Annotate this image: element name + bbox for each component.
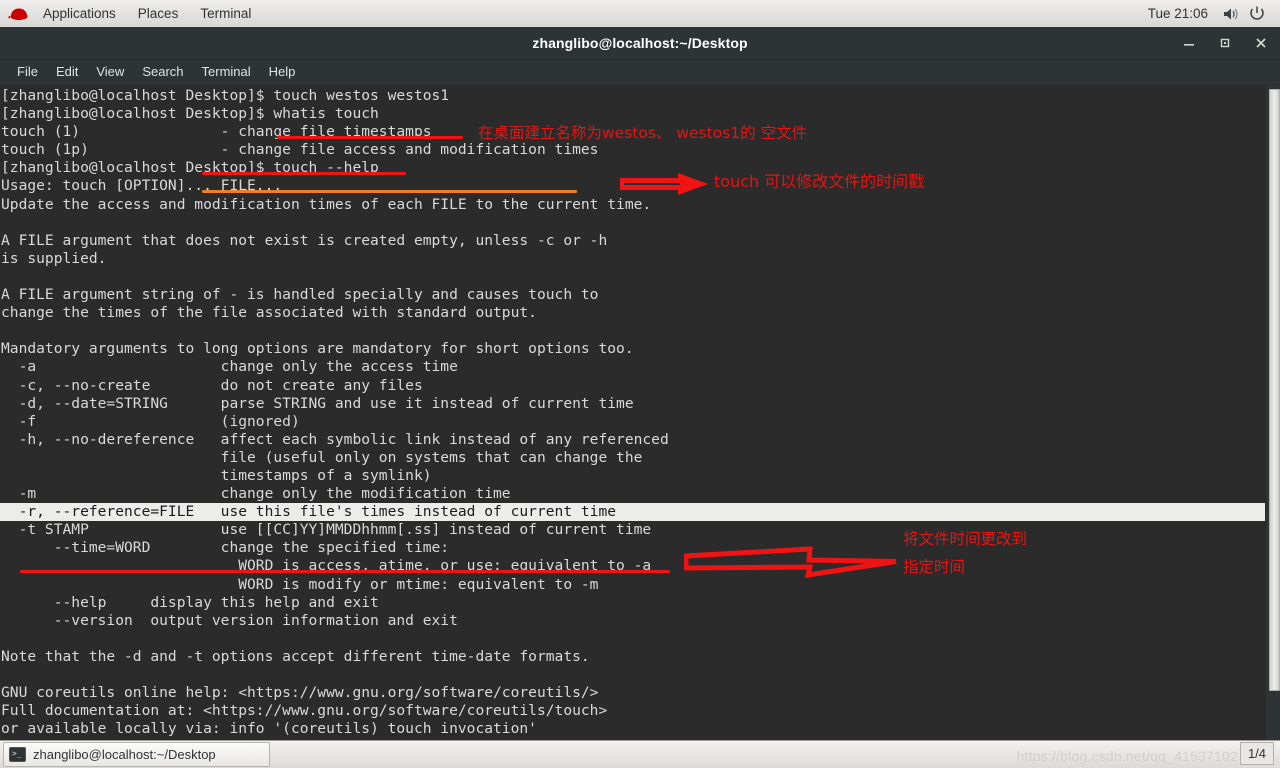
annotation-touch-modifies: touch 可以修改文件的时间戳 bbox=[714, 172, 925, 191]
terminal-line: or available locally via: info '(coreuti… bbox=[1, 720, 537, 738]
annotation-create-files: 在桌面建立名称为westos、 westos1的 空文件 bbox=[478, 124, 808, 142]
taskbar: >_ zhanglibo@localhost:~/Desktop https:/… bbox=[0, 740, 1280, 768]
underline-change-access-modification bbox=[202, 190, 577, 193]
underline-t-stamp bbox=[20, 570, 670, 573]
window-title: zhanglibo@localhost:~/Desktop bbox=[532, 35, 748, 51]
clock[interactable]: Tue 21:06 bbox=[1138, 0, 1218, 27]
terminal-line: file (useful only on systems that can ch… bbox=[1, 448, 643, 466]
terminal-scrollbar[interactable] bbox=[1265, 85, 1280, 741]
terminal-line: -r, --reference=FILE use this file's tim… bbox=[0, 503, 1266, 522]
maximize-button[interactable] bbox=[1214, 32, 1236, 54]
terminal-line: -h, --no-dereference affect each symboli… bbox=[1, 430, 669, 448]
terminal-line: [zhanglibo@localhost Desktop]$ whatis to… bbox=[1, 105, 379, 123]
arrow-specified-time bbox=[683, 546, 900, 579]
terminal-line: -d, --date=STRING parse STRING and use i… bbox=[1, 394, 634, 412]
taskbar-window-label: zhanglibo@localhost:~/Desktop bbox=[33, 747, 216, 762]
menu-file[interactable]: File bbox=[8, 60, 47, 84]
scrollbar-thumb[interactable] bbox=[1269, 89, 1280, 691]
terminal-menubar: File Edit View Search Terminal Help bbox=[0, 60, 1280, 85]
volume-icon[interactable] bbox=[1218, 0, 1244, 27]
arrow-touch-modifies bbox=[620, 172, 710, 196]
close-button[interactable] bbox=[1250, 32, 1272, 54]
terminal-line: touch (1p) - change file access and modi… bbox=[1, 141, 599, 159]
terminal-line: Mandatory arguments to long options are … bbox=[1, 340, 634, 358]
terminal-line: GNU coreutils online help: <https://www.… bbox=[1, 684, 599, 702]
underline-change-file-timestamps bbox=[202, 172, 406, 175]
window-controls bbox=[1178, 27, 1272, 59]
power-icon[interactable] bbox=[1244, 0, 1270, 27]
terminal-line: Note that the -d and -t options accept d… bbox=[1, 647, 590, 665]
redhat-icon bbox=[8, 6, 30, 22]
terminal-line: timestamps of a symlink) bbox=[1, 466, 432, 484]
top-panel: Applications Places Terminal Tue 21:06 bbox=[0, 0, 1280, 28]
terminal-line: -a change only the access time bbox=[1, 358, 458, 376]
annotation-change-time-line2: 指定时间 bbox=[903, 558, 966, 576]
terminal-line: -t STAMP use [[CC]YY]MMDDhhmm[.ss] inste… bbox=[1, 521, 652, 539]
underline-touch-command bbox=[277, 136, 463, 139]
terminal-line: -m change only the modification time bbox=[1, 485, 511, 503]
menu-search[interactable]: Search bbox=[133, 60, 192, 84]
menu-edit[interactable]: Edit bbox=[47, 60, 87, 84]
terminal-line: is supplied. bbox=[1, 249, 107, 267]
menu-terminal[interactable]: Terminal bbox=[189, 0, 262, 27]
terminal-line: -f (ignored) bbox=[1, 412, 300, 430]
terminal-icon: >_ bbox=[9, 747, 26, 762]
menu-view[interactable]: View bbox=[87, 60, 133, 84]
terminal-body[interactable]: [zhanglibo@localhost Desktop]$ touch wes… bbox=[0, 85, 1280, 741]
terminal-line: --time=WORD change the specified time: bbox=[1, 539, 450, 557]
annotation-change-time-line1: 将文件时间更改到 bbox=[903, 530, 1028, 548]
window-titlebar[interactable]: zhanglibo@localhost:~/Desktop bbox=[0, 27, 1280, 60]
menu-help[interactable]: Help bbox=[260, 60, 305, 84]
terminal-line: [zhanglibo@localhost Desktop]$ touch wes… bbox=[1, 87, 450, 104]
screen: Applications Places Terminal Tue 21:06 z… bbox=[0, 0, 1280, 768]
top-panel-right: Tue 21:06 bbox=[1138, 0, 1280, 27]
watermark: https://blog.csdn.net/qq_41537102 bbox=[1016, 748, 1238, 764]
terminal-line: change the times of the file associated … bbox=[1, 304, 537, 322]
menu-applications[interactable]: Applications bbox=[32, 0, 127, 27]
terminal-line: -c, --no-create do not create any files bbox=[1, 376, 423, 394]
terminal-line: Full documentation at: <https://www.gnu.… bbox=[1, 702, 608, 720]
taskbar-window-button[interactable]: >_ zhanglibo@localhost:~/Desktop bbox=[3, 742, 270, 767]
minimize-button[interactable] bbox=[1178, 32, 1200, 54]
menu-terminal[interactable]: Terminal bbox=[193, 60, 260, 84]
terminal-line: A FILE argument string of - is handled s… bbox=[1, 286, 599, 304]
terminal-line: --help display this help and exit bbox=[1, 593, 379, 611]
menu-places[interactable]: Places bbox=[127, 0, 190, 27]
terminal-line: A FILE argument that does not exist is c… bbox=[1, 231, 608, 249]
workspace-switcher[interactable]: 1/4 bbox=[1240, 742, 1274, 765]
top-panel-left: Applications Places Terminal bbox=[0, 0, 262, 27]
terminal-line: --version output version information and… bbox=[1, 611, 458, 629]
terminal-line: WORD is modify or mtime: equivalent to -… bbox=[1, 575, 599, 593]
terminal-window: zhanglibo@localhost:~/Desktop File Edit … bbox=[0, 27, 1280, 741]
terminal-line: Update the access and modification times… bbox=[1, 195, 652, 213]
